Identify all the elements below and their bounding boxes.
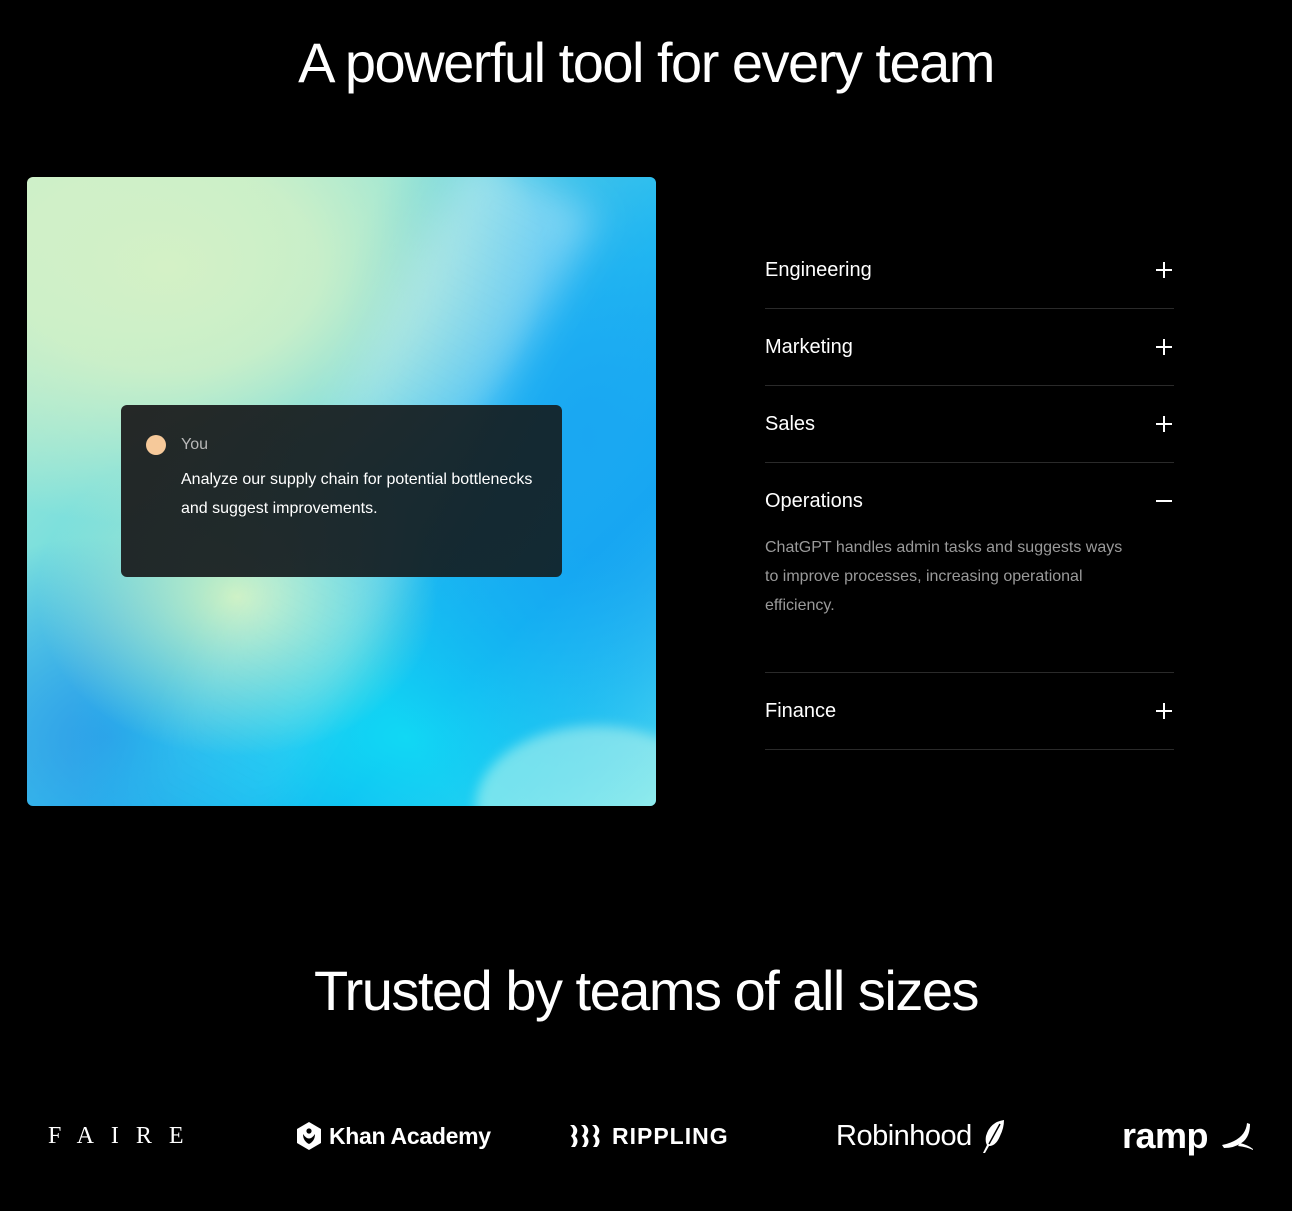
ramp-wordmark: ramp xyxy=(1122,1115,1209,1156)
accordion-item-sales: Sales xyxy=(765,386,1174,463)
accordion-header-finance[interactable]: Finance xyxy=(765,673,1174,749)
page: A powerful tool for every team You Analy… xyxy=(0,0,1292,1211)
chat-sender: You xyxy=(181,436,208,453)
chat-header: You xyxy=(146,433,538,457)
accordion-item-operations: Operations ChatGPT handles admin tasks a… xyxy=(765,463,1174,673)
accordion-header-engineering[interactable]: Engineering xyxy=(765,232,1174,308)
chat-bubble: You Analyze our supply chain for potenti… xyxy=(121,405,562,577)
khan-academy-logo: Khan Academy xyxy=(295,1115,491,1157)
faire-logo: FAIRE xyxy=(48,1122,201,1149)
robinhood-logo: Robinhood xyxy=(836,1115,1006,1157)
accordion-header-sales[interactable]: Sales xyxy=(765,386,1174,462)
accordion-header-marketing[interactable]: Marketing xyxy=(765,309,1174,385)
plus-icon[interactable] xyxy=(1154,260,1174,280)
accordion-label: Operations xyxy=(765,489,863,512)
robinhood-wordmark: Robinhood xyxy=(836,1119,972,1152)
section-heading: A powerful tool for every team xyxy=(298,31,995,94)
rippling-wordmark: RIPPLING xyxy=(612,1122,729,1149)
accordion-label: Finance xyxy=(765,699,837,722)
corner-glow xyxy=(476,726,656,806)
khan-academy-wordmark: Khan Academy xyxy=(329,1122,491,1149)
ramp-logo: ramp xyxy=(1122,1115,1254,1157)
plus-icon[interactable] xyxy=(1154,701,1174,721)
accordion-label: Sales xyxy=(765,412,816,435)
minus-icon[interactable] xyxy=(1154,491,1174,511)
rippling-mark-icon xyxy=(570,1125,600,1147)
team-accordion: Engineering Marketing Sales Operations C… xyxy=(765,232,1174,750)
khan-hexagon-icon xyxy=(297,1122,321,1150)
chat-message: Analyze our supply chain for potential b… xyxy=(181,471,533,517)
accordion-label: Marketing xyxy=(765,335,853,358)
ramp-swoosh-icon xyxy=(1222,1123,1254,1150)
accordion-header-operations[interactable]: Operations xyxy=(765,463,1174,539)
trusted-heading: Trusted by teams of all sizes xyxy=(313,959,980,1022)
rippling-logo: RIPPLING xyxy=(568,1115,729,1157)
accordion-item-marketing: Marketing xyxy=(765,309,1174,386)
feather-icon xyxy=(982,1120,1004,1153)
accordion-label: Engineering xyxy=(765,258,872,281)
plus-icon[interactable] xyxy=(1154,337,1174,357)
gradient-visual: You Analyze our supply chain for potenti… xyxy=(27,177,656,806)
accordion-body-operations: ChatGPT handles admin tasks and suggests… xyxy=(765,539,1123,614)
user-avatar-dot xyxy=(146,435,166,455)
accordion-item-finance: Finance xyxy=(765,673,1174,750)
plus-icon[interactable] xyxy=(1154,414,1174,434)
accordion-item-engineering: Engineering xyxy=(765,232,1174,309)
